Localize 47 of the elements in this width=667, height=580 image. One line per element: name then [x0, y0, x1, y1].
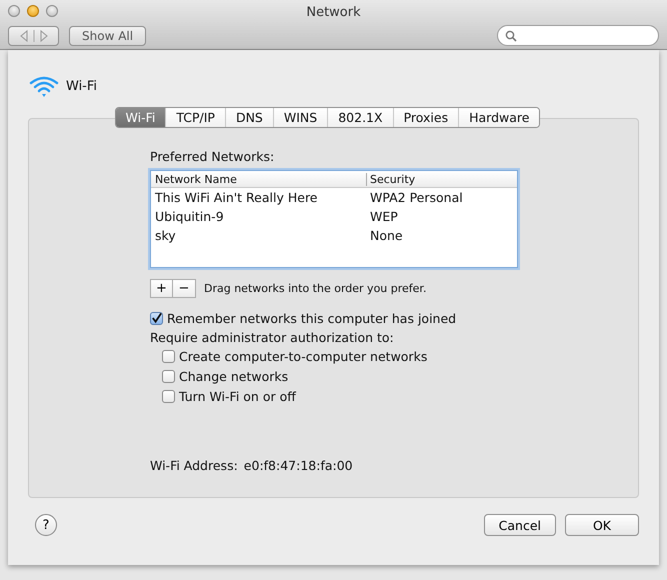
checkbox[interactable] [162, 350, 175, 362]
table-row[interactable]: sky None [151, 226, 517, 245]
dialog-button[interactable]: Cancel [484, 514, 556, 536]
network-name-cell-text: This WiFi Ain't Really Here [154, 190, 318, 205]
section-label: Require administrator authorization to: [150, 330, 394, 345]
window-title: Network [306, 4, 361, 20]
address-label: Wi-Fi Address: [150, 458, 238, 473]
checkbox-label: Remember networks this computer has joined [167, 310, 456, 326]
network-name-cell-text: Ubiquitin-9 [154, 209, 225, 224]
security-cell-text: WPA2 Personal [369, 190, 463, 205]
checkbox-label: Turn Wi-Fi on or off [179, 388, 296, 404]
checkbox[interactable] [162, 390, 175, 402]
search-icon [505, 30, 517, 42]
tab[interactable]: Hardware [458, 108, 540, 127]
checkbox-label: Change networks [179, 368, 288, 384]
tab[interactable]: DNS [224, 108, 273, 127]
checkbox[interactable] [162, 370, 175, 382]
tab[interactable]: Proxies [392, 108, 458, 127]
search-field[interactable] [497, 25, 659, 46]
security-cell-text: None [369, 228, 403, 243]
tab[interactable]: Wi-Fi [116, 108, 166, 127]
minimize-button[interactable] [27, 5, 39, 17]
section-label: Preferred Networks: [150, 149, 274, 164]
checkmark-icon [151, 312, 162, 324]
checkbox-label: Create computer-to-computer networks [179, 348, 428, 364]
table-row[interactable]: Ubiquitin-9 WEP [151, 207, 517, 226]
close-button[interactable] [8, 5, 20, 17]
checkbox[interactable] [150, 312, 163, 324]
tab[interactable]: 802.1X [327, 108, 393, 127]
security-cell-text: WEP [369, 209, 398, 224]
help-button[interactable]: ? [35, 514, 57, 536]
show-all-button[interactable]: Show All [69, 26, 146, 46]
zoom-button[interactable] [46, 5, 58, 17]
column-header[interactable]: Network Name [151, 172, 366, 186]
address-value: e0:f8:47:18:fa:00 [244, 458, 353, 473]
table-row[interactable]: This WiFi Ain't Really Here WPA2 Personal [151, 188, 517, 207]
tab[interactable]: WINS [272, 108, 328, 127]
wifi-icon [28, 74, 60, 98]
column-header[interactable]: Security [366, 172, 416, 186]
add-button[interactable]: + [150, 279, 173, 298]
tab[interactable]: TCP/IP [165, 108, 225, 127]
service-name: Wi-Fi [66, 78, 98, 94]
network-name-cell-text: sky [154, 228, 177, 243]
dialog-button[interactable]: OK [565, 514, 639, 536]
hint-text: Drag networks into the order you prefer. [204, 282, 426, 295]
remove-button[interactable]: − [173, 279, 196, 298]
back-forward-control[interactable] [8, 26, 59, 46]
